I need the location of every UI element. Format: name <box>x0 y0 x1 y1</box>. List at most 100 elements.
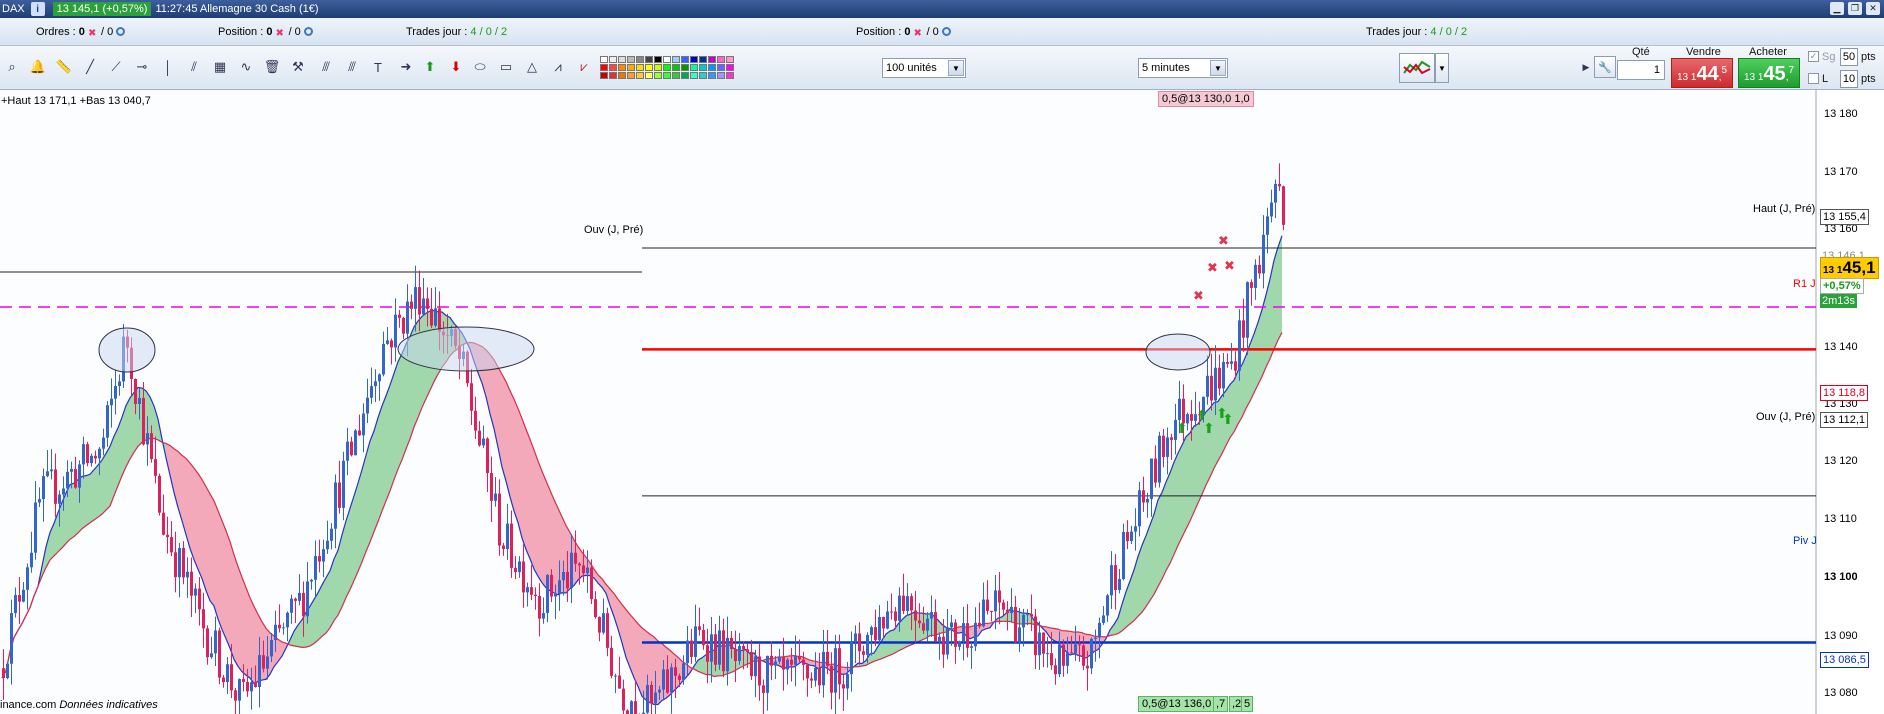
close-position-icon[interactable]: ✖ <box>914 28 924 39</box>
buy-button[interactable]: 13 1 45, 7 <box>1738 58 1800 88</box>
color-swatch[interactable] <box>627 72 635 79</box>
top-order-badge[interactable]: 0,5@13 130,0 1,0 <box>1158 91 1254 107</box>
units-select[interactable]: 100 unités ▼ <box>882 58 966 78</box>
color-swatch[interactable] <box>609 64 617 71</box>
indicators-button[interactable] <box>1399 53 1435 83</box>
ruler-icon[interactable]: 📏 <box>54 57 74 77</box>
bottom-order-badge[interactable]: 0,5@13 136,0 <box>1138 696 1216 712</box>
close-position-icon[interactable]: ✖ <box>276 28 286 39</box>
color-swatch[interactable] <box>708 72 716 79</box>
candle-body <box>858 633 861 652</box>
color-swatch[interactable] <box>690 56 698 63</box>
vertical-line-icon[interactable]: │ <box>158 57 178 77</box>
color-swatch[interactable] <box>654 72 662 79</box>
color-swatch[interactable] <box>717 56 725 63</box>
bell-icon[interactable]: 🔔 <box>28 57 48 77</box>
arrow-up-icon[interactable]: ⬆ <box>420 57 440 77</box>
color-swatch[interactable] <box>726 64 734 71</box>
line-icon[interactable]: ╱ <box>80 57 100 77</box>
color-swatch[interactable] <box>627 64 635 71</box>
horizontal-line-icon[interactable]: ⊸ <box>132 57 152 77</box>
cancel-orders-icon[interactable]: ✖ <box>88 28 98 39</box>
color-swatch[interactable] <box>708 56 716 63</box>
color-swatch[interactable] <box>699 56 707 63</box>
color-swatch[interactable] <box>708 64 716 71</box>
pattern-2-icon[interactable]: ⩗ <box>574 57 594 77</box>
color-swatch[interactable] <box>645 56 653 63</box>
color-swatch[interactable] <box>672 56 680 63</box>
color-swatch[interactable] <box>663 56 671 63</box>
color-swatch[interactable] <box>618 56 626 63</box>
color-swatch[interactable] <box>672 64 680 71</box>
arrow-right-icon[interactable]: ➜ <box>396 57 416 77</box>
color-swatch[interactable] <box>654 56 662 63</box>
chevron-down-icon[interactable]: ▼ <box>1210 60 1226 76</box>
color-swatch[interactable] <box>636 64 644 71</box>
chevron-down-icon[interactable]: ▼ <box>948 60 964 76</box>
color-swatch[interactable] <box>600 56 608 63</box>
l-checkbox[interactable] <box>1808 73 1819 84</box>
color-swatch[interactable] <box>618 72 626 79</box>
settings-icon[interactable] <box>303 27 313 36</box>
color-swatch[interactable] <box>681 64 689 71</box>
info-icon[interactable]: i <box>30 2 45 16</box>
color-swatch[interactable] <box>672 72 680 79</box>
color-swatch[interactable] <box>618 64 626 71</box>
wrench-icon[interactable]: 🔧 <box>1594 56 1616 78</box>
color-swatch[interactable] <box>681 72 689 79</box>
sell-button[interactable]: 13 1 44, 5 <box>1671 58 1733 88</box>
ellipse-icon[interactable]: ⬭ <box>470 57 490 77</box>
color-swatch[interactable] <box>663 72 671 79</box>
interval-select[interactable]: 5 minutes ▼ <box>1138 58 1228 78</box>
settings-icon[interactable] <box>941 27 951 36</box>
pattern-icon[interactable]: ⩘ <box>548 57 568 77</box>
color-swatch[interactable] <box>600 64 608 71</box>
fibonacci-icon[interactable]: ▦ <box>210 57 230 77</box>
minimize-icon[interactable]: ▁ <box>1830 2 1844 15</box>
indicators-dropdown[interactable]: ▼ <box>1435 53 1449 83</box>
bottom-order-badge-4[interactable]: 5 <box>1241 696 1254 712</box>
color-swatch[interactable] <box>717 64 725 71</box>
text-icon[interactable]: T <box>368 57 388 77</box>
bottom-order-badge-2[interactable]: ,7 <box>1213 696 1229 712</box>
color-swatch[interactable] <box>690 72 698 79</box>
color-swatch[interactable] <box>600 72 608 79</box>
channel-icon[interactable]: ⫽ <box>184 57 204 77</box>
quantity-input[interactable]: 1 <box>1617 60 1665 80</box>
color-swatch[interactable] <box>609 72 617 79</box>
color-swatch[interactable] <box>636 72 644 79</box>
rectangle-icon[interactable]: ▭ <box>496 57 516 77</box>
arrow-down-icon[interactable]: ⬇ <box>446 57 466 77</box>
color-swatch[interactable] <box>645 64 653 71</box>
magnet-icon[interactable]: ⚒ <box>288 57 308 77</box>
l-points-input[interactable]: 10 <box>1840 70 1858 88</box>
color-swatch[interactable] <box>645 72 653 79</box>
color-swatch[interactable] <box>726 56 734 63</box>
color-swatch[interactable] <box>717 72 725 79</box>
restore-icon[interactable]: ❐ <box>1848 2 1862 15</box>
color-swatch[interactable] <box>726 72 734 79</box>
color-swatch[interactable] <box>699 64 707 71</box>
color-swatch[interactable] <box>636 56 644 63</box>
trash-icon[interactable]: 🗑 <box>262 57 282 77</box>
color-swatch[interactable] <box>699 72 707 79</box>
color-swatch[interactable] <box>654 64 662 71</box>
wave-icon[interactable]: ∿ <box>236 57 256 77</box>
color-swatch[interactable] <box>627 56 635 63</box>
diagonal-line-icon[interactable]: ⟋ <box>106 57 126 77</box>
price-chart[interactable]: ⬆ ⬆ ⬆ ⬆ ⬆ ✖ ✖ ✖ ✖ +Haut 13 171,1 +Bas 13 040,7 0… <box>0 90 1884 714</box>
color-swatch[interactable] <box>609 56 617 63</box>
color-swatch[interactable] <box>681 56 689 63</box>
settings-icon[interactable] <box>116 27 126 36</box>
triangle-icon[interactable]: △ <box>522 57 542 77</box>
color-swatch[interactable] <box>663 64 671 71</box>
parallel-line-2-icon[interactable]: ⫻ <box>342 57 362 77</box>
close-icon[interactable]: ✕ <box>1866 2 1880 15</box>
sg-checkbox[interactable]: ✓ <box>1808 51 1819 62</box>
color-swatch[interactable] <box>690 64 698 71</box>
zoom-icon[interactable]: ⌕ <box>2 57 22 77</box>
panel-toggle-icon[interactable]: ▶ <box>1580 57 1592 77</box>
parallel-line-icon[interactable]: ⫻ <box>316 57 336 77</box>
chart-canvas[interactable]: ⬆⬆⬆⬆⬆✖✖ ✖✖ <box>0 90 1884 714</box>
sg-points-input[interactable]: 50 <box>1840 48 1858 66</box>
